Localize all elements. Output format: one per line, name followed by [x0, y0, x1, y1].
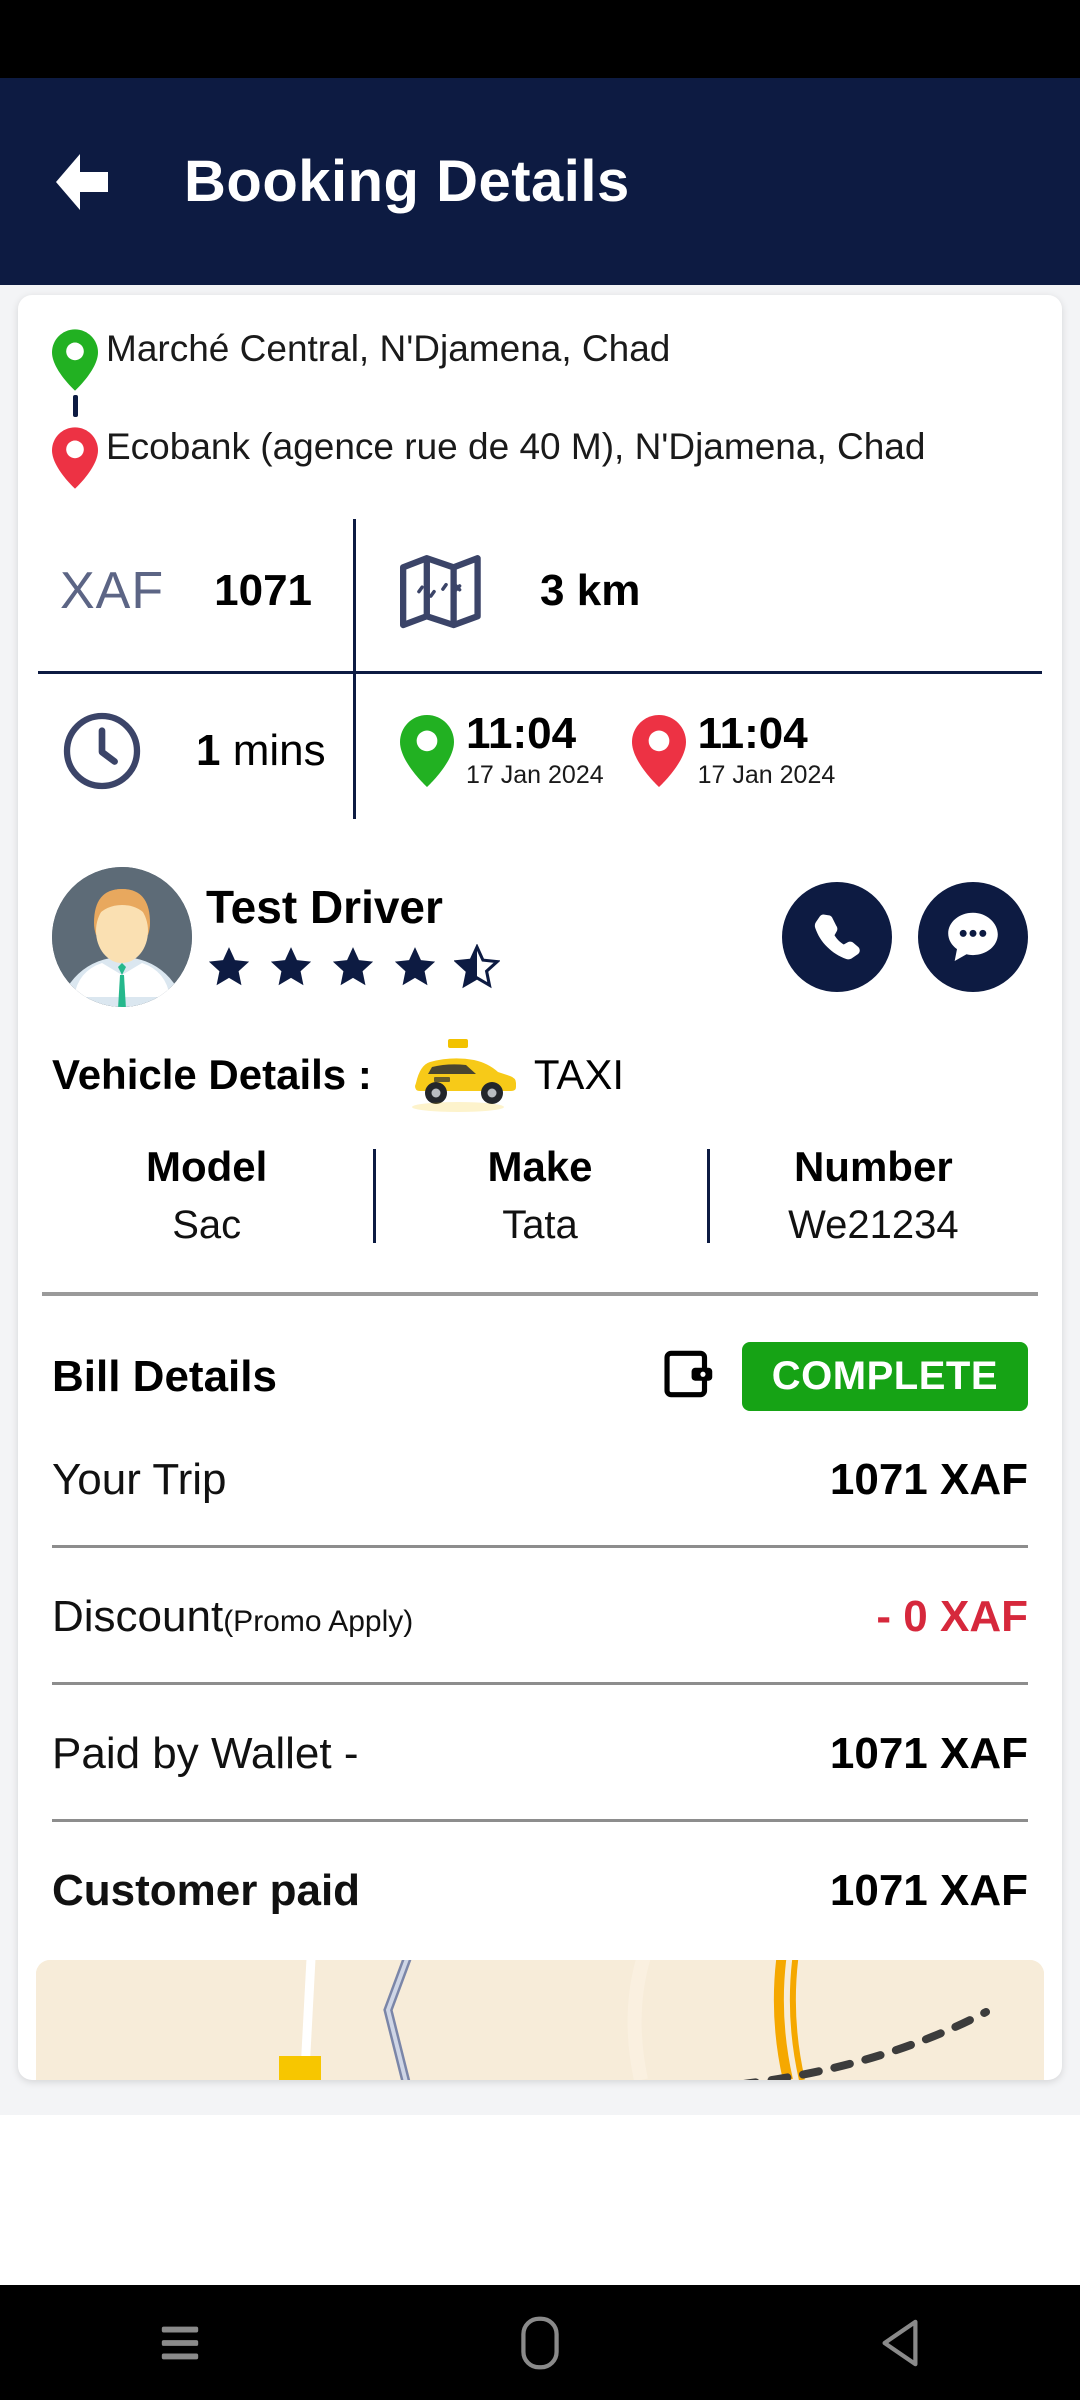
- driver-info: Test Driver: [206, 880, 756, 995]
- map-pin-green-small-icon: [400, 715, 454, 787]
- status-bar: [0, 0, 1080, 78]
- driver-name: Test Driver: [206, 880, 443, 933]
- bill-row: Paid by Wallet - 1071 XAF: [18, 1685, 1062, 1779]
- bill-details-title: Bill Details: [52, 1351, 277, 1401]
- scroll-content[interactable]: Marché Central, N'Djamena, Chad Ecobank …: [0, 285, 1080, 2115]
- back-button[interactable]: [840, 2318, 960, 2368]
- distance-value: 3 km: [540, 566, 641, 615]
- menu-icon: [161, 2326, 199, 2359]
- vehicle-col-model: Model Sac: [40, 1143, 373, 1248]
- grid-vertical-divider: [353, 519, 356, 819]
- back-navigation-button[interactable]: [46, 150, 166, 214]
- map-thumbnail-icon: [36, 1960, 1044, 2080]
- route-connector: [44, 391, 106, 421]
- recents-button[interactable]: [120, 2323, 240, 2363]
- bill-row-amount: - 0 XAF: [876, 1592, 1028, 1641]
- vehicle-col-value: Tata: [502, 1203, 578, 1247]
- bill-row-amount: 1071 XAF: [829, 1866, 1028, 1915]
- arrow-left-icon: [56, 153, 108, 210]
- home-button[interactable]: [480, 2316, 600, 2370]
- bill-row-label: Customer paid: [52, 1866, 361, 1915]
- vehicle-header: Vehicle Details : TAXI: [18, 1029, 1062, 1113]
- driver-row: Test Driver: [18, 831, 1062, 1029]
- pickup-time-group: 11:04 17 Jan 2024: [400, 709, 604, 790]
- drop-date: 17 Jan 2024: [697, 760, 836, 789]
- driver-rating: [206, 942, 756, 995]
- wallet-icon: [658, 1343, 720, 1410]
- drop-pin-wrap: [44, 421, 106, 489]
- bill-row-amount: 1071 XAF: [829, 1455, 1028, 1504]
- drop-address-row: Ecobank (agence rue de 40 M), N'Djamena,…: [18, 421, 1062, 489]
- pickup-time: 11:04: [466, 709, 577, 759]
- vehicle-col-number: Number We21234: [706, 1143, 1040, 1248]
- map-folded-icon: [400, 555, 481, 629]
- vehicle-col-header: Model: [146, 1143, 268, 1190]
- addresses-block: Marché Central, N'Djamena, Chad Ecobank …: [18, 295, 1062, 497]
- star-filled-icon: [268, 944, 314, 995]
- driver-actions: [756, 882, 1028, 992]
- bill-row: Customer paid 1071 XAF: [18, 1822, 1062, 1916]
- bill-row-label: Your Trip: [52, 1455, 227, 1504]
- pickup-date: 17 Jan 2024: [466, 760, 604, 789]
- fare-cell: XAF 1071: [18, 511, 354, 671]
- duration-times-row: 1 mins 11:04 17 Jan 2024 11:04 17 Jan 20…: [18, 671, 1062, 831]
- bill-row: Your Trip 1071 XAF: [18, 1411, 1062, 1505]
- status-badge: COMPLETE: [741, 1342, 1028, 1411]
- grid-horizontal-divider: [38, 671, 1042, 674]
- bill-row-amount: 1071 XAF: [829, 1729, 1028, 1778]
- vehicle-col-header: Number: [793, 1143, 953, 1190]
- trip-stats-grid: XAF 1071 3 km 1 mins 11:04 17 Jan 2024 1…: [18, 511, 1062, 831]
- clock-icon: [63, 712, 141, 790]
- booking-details-card: Marché Central, N'Djamena, Chad Ecobank …: [18, 295, 1062, 2080]
- star-half-icon: [453, 942, 501, 995]
- app-bar: Booking Details: [0, 78, 1080, 285]
- duration-cell: 1 mins: [18, 671, 354, 831]
- pickup-address-text: Marché Central, N'Djamena, Chad: [106, 328, 671, 369]
- vehicle-col-header: Make: [487, 1143, 593, 1190]
- currency-label: XAF: [60, 562, 165, 620]
- fare-distance-row: XAF 1071 3 km: [18, 511, 1062, 671]
- pickup-address-row: Marché Central, N'Djamena, Chad: [18, 323, 1062, 391]
- bill-row: Discount(Promo Apply) - 0 XAF: [18, 1548, 1062, 1642]
- android-navigation-bar: [0, 2285, 1080, 2400]
- chat-bubble-icon: [948, 912, 998, 962]
- fare-value: 1071: [214, 566, 313, 615]
- vehicle-table: Model Sac Make Tata Number We21234: [18, 1143, 1062, 1248]
- avatar-illustration-icon: [52, 867, 192, 1007]
- vehicle-col-make: Make Tata: [373, 1143, 706, 1248]
- pickup-pin-wrap: [44, 323, 106, 391]
- vehicle-col-value: Sac: [172, 1203, 242, 1247]
- drop-address-text: Ecobank (agence rue de 40 M), N'Djamena,…: [106, 426, 926, 467]
- distance-cell: 3 km: [354, 511, 1062, 671]
- bill-row-label: Discount(Promo Apply): [52, 1592, 414, 1641]
- taxi-car-icon: [398, 1037, 518, 1113]
- chat-driver-button[interactable]: [918, 882, 1028, 992]
- page-title: Booking Details: [184, 149, 630, 214]
- phone-icon: [814, 914, 860, 960]
- map-pin-red-icon: [52, 427, 98, 489]
- star-filled-icon: [206, 944, 252, 995]
- star-filled-icon: [392, 944, 438, 995]
- timestamps-cell: 11:04 17 Jan 2024 11:04 17 Jan 2024: [354, 671, 1062, 831]
- map-pin-green-icon: [52, 329, 98, 391]
- route-map-preview[interactable]: [36, 1960, 1044, 2080]
- home-rounded-rect-icon: [521, 2316, 559, 2369]
- driver-avatar: [52, 867, 192, 1007]
- star-filled-icon: [330, 944, 376, 995]
- call-driver-button[interactable]: [782, 882, 892, 992]
- duration-value: 1 mins: [196, 726, 326, 775]
- triangle-left-icon: [882, 2319, 918, 2366]
- phone-screen: Booking Details Marché Central, N'Djamen…: [0, 0, 1080, 2400]
- drop-time: 11:04: [697, 709, 808, 759]
- drop-time-group: 11:04 17 Jan 2024: [631, 709, 836, 790]
- bill-row-label: Paid by Wallet -: [52, 1729, 359, 1778]
- bill-status-group: COMPLETE: [658, 1342, 1028, 1411]
- vehicle-col-value: We21234: [788, 1203, 959, 1247]
- map-pin-red-small-icon: [631, 715, 686, 787]
- bill-header: Bill Details COMPLETE: [18, 1296, 1062, 1411]
- vehicle-type: TAXI: [533, 1051, 625, 1098]
- vehicle-details-label: Vehicle Details :: [52, 1051, 372, 1098]
